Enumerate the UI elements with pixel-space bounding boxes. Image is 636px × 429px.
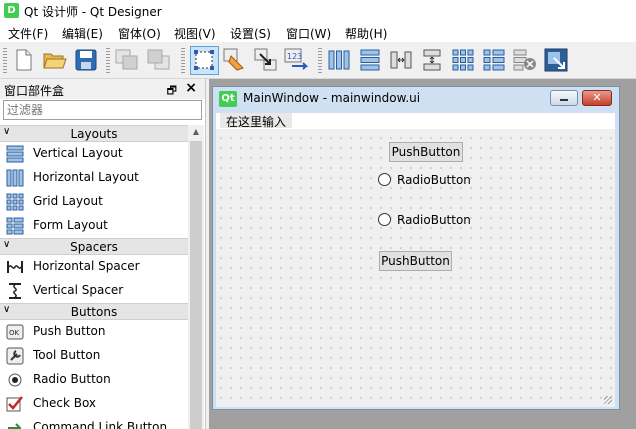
form-radiobutton-2[interactable]: RadioButton	[378, 213, 471, 227]
form-layout-icon	[6, 217, 24, 235]
widget-item-radio-button[interactable]: Radio Button	[0, 368, 188, 392]
radio-button-icon	[8, 373, 22, 387]
menu-edit[interactable]: 编辑(E)	[62, 25, 103, 42]
main-toolbar: 123	[0, 42, 636, 79]
menu-help[interactable]: 帮助(H)	[345, 25, 387, 42]
edit-widgets-icon[interactable]	[190, 46, 219, 75]
menu-file[interactable]: 文件(F)	[8, 25, 48, 42]
toolbar-handle[interactable]	[318, 48, 322, 74]
form-radiobutton-1[interactable]: RadioButton	[378, 173, 471, 187]
form-pushbutton-2[interactable]: PushButton	[379, 251, 452, 271]
layout-vertical-splitter-icon[interactable]	[419, 47, 445, 73]
close-icon[interactable]: ×	[185, 80, 197, 96]
layout-horizontal-splitter-icon[interactable]	[388, 47, 414, 73]
open-folder-icon[interactable]	[42, 47, 68, 73]
minimize-icon	[560, 99, 568, 101]
menu-view[interactable]: 视图(V)	[174, 25, 216, 42]
menu-window[interactable]: 窗口(W)	[286, 25, 331, 42]
menu-form[interactable]: 窗体(O)	[118, 25, 161, 42]
command-link-icon	[8, 423, 22, 429]
toolbar-handle[interactable]	[106, 48, 110, 74]
widget-box-title: 窗口部件盒	[4, 84, 65, 98]
horizontal-layout-icon	[6, 169, 24, 187]
break-layout-icon[interactable]	[512, 47, 538, 73]
widget-item-push-button[interactable]: OK Push Button	[0, 320, 188, 344]
new-file-icon[interactable]	[11, 47, 37, 73]
menu-settings[interactable]: 设置(S)	[230, 25, 271, 42]
window-title: Qt 设计师 - Qt Designer	[24, 5, 162, 19]
form-menubar: 在这里输入	[216, 113, 615, 129]
widget-item-grid-layout[interactable]: Grid Layout	[0, 190, 188, 214]
widget-item-horizontal-layout[interactable]: Horizontal Layout	[0, 166, 188, 190]
scroll-up-icon[interactable]: ▲	[188, 125, 204, 139]
category-buttons[interactable]: ∨ Buttons	[0, 303, 188, 320]
resize-grip-icon[interactable]	[604, 396, 612, 404]
edit-buddies-icon[interactable]	[253, 47, 279, 73]
edit-signals-slots-icon[interactable]	[222, 47, 248, 73]
widget-item-tool-button[interactable]: Tool Button	[0, 344, 188, 368]
widget-item-command-link-button[interactable]: Command Link Button	[0, 416, 188, 429]
menubar: 文件(F) 编辑(E) 窗体(O) 视图(V) 设置(S) 窗口(W) 帮助(H…	[0, 22, 636, 42]
send-to-back-icon[interactable]	[114, 47, 140, 73]
toolbar-handle[interactable]	[3, 48, 7, 74]
widget-box-titlebar: 窗口部件盒 🗗 ×	[0, 79, 205, 99]
radio-circle-icon	[378, 173, 391, 186]
save-icon[interactable]	[73, 47, 99, 73]
widget-box-list: ∨ Layouts Vertical Layout Horizontal Lay…	[0, 125, 188, 429]
layout-grid-icon[interactable]	[450, 47, 476, 73]
layout-form-icon[interactable]	[481, 47, 507, 73]
toolbar-handle[interactable]	[181, 48, 185, 74]
vertical-spacer-icon	[9, 283, 21, 299]
widget-item-check-box[interactable]: Check Box	[0, 392, 188, 416]
widget-item-form-layout[interactable]: Form Layout	[0, 214, 188, 238]
svg-text:123: 123	[287, 52, 302, 61]
push-button-icon: OK	[6, 324, 24, 340]
category-layouts[interactable]: ∨ Layouts	[0, 125, 188, 142]
restore-icon[interactable]: 🗗	[167, 82, 177, 101]
check-box-icon	[6, 396, 23, 412]
menubar-type-here[interactable]: 在这里输入	[220, 113, 293, 129]
widget-item-horizontal-spacer[interactable]: Horizontal Spacer	[0, 255, 188, 279]
widget-item-vertical-spacer[interactable]: Vertical Spacer	[0, 279, 188, 303]
category-spacers[interactable]: ∨ Spacers	[0, 238, 188, 255]
widget-item-vertical-layout[interactable]: Vertical Layout	[0, 142, 188, 166]
edit-tab-order-icon[interactable]: 123	[284, 47, 310, 73]
qt-logo-icon: Qt	[219, 91, 237, 107]
widget-box-scrollbar[interactable]: ▲	[188, 125, 204, 429]
svg-text:OK: OK	[9, 329, 20, 337]
layout-horizontal-icon[interactable]	[326, 47, 352, 73]
horizontal-spacer-icon	[7, 261, 23, 273]
widget-filter-input[interactable]	[3, 100, 202, 120]
form-pushbutton-1[interactable]: PushButton	[389, 142, 463, 162]
grid-layout-icon	[6, 193, 24, 211]
layout-vertical-icon[interactable]	[357, 47, 383, 73]
window-titlebar: D Qt 设计师 - Qt Designer	[0, 0, 636, 22]
adjust-size-icon[interactable]	[543, 47, 569, 73]
tool-button-icon	[6, 347, 24, 365]
minimize-button[interactable]	[550, 90, 578, 106]
close-icon: ✕	[592, 91, 602, 104]
vertical-layout-icon	[6, 145, 24, 163]
qt-designer-app-icon: D	[4, 3, 19, 18]
scrollbar-thumb[interactable]	[190, 141, 202, 429]
bring-to-front-icon[interactable]	[146, 47, 172, 73]
close-button[interactable]: ✕	[582, 90, 612, 106]
radio-circle-icon	[378, 213, 391, 226]
form-canvas[interactable]: 在这里输入 PushButton RadioButton RadioButton…	[216, 113, 615, 407]
subwindow-title: MainWindow - mainwindow.ui	[243, 91, 421, 105]
widget-box-dock: 窗口部件盒 🗗 × ∨ Layouts Vertical Layout Hori…	[0, 79, 206, 429]
